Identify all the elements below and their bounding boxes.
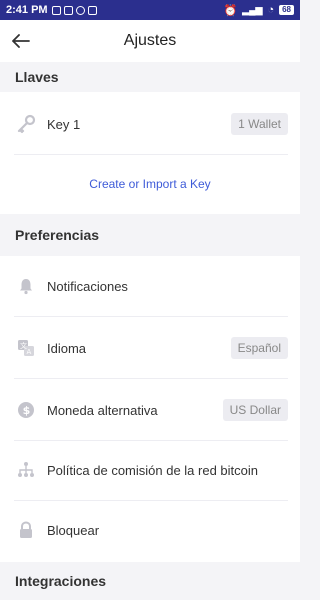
wifi-icon: ◔	[267, 4, 275, 16]
instagram-icon	[87, 5, 97, 15]
notification-icons	[51, 5, 97, 15]
arrow-left-icon	[12, 34, 30, 48]
currency-label: Moneda alternativa	[47, 402, 158, 418]
instagram-icon	[63, 5, 73, 15]
status-time: 2:41 PM	[6, 4, 48, 16]
battery-icon: 68	[279, 5, 294, 15]
fee-policy-label: Política de comisión de la red bitcoin	[47, 462, 259, 478]
preferences-card: Notificaciones 文 A Idioma Español $ Mone…	[0, 256, 300, 562]
status-bar: 2:41 PM ⏰ ▂▄▆ ◔ 68	[0, 0, 300, 20]
notifications-label: Notificaciones	[47, 278, 128, 294]
translate-icon: 文 A	[16, 338, 36, 358]
network-icon	[16, 460, 36, 480]
section-integraciones-title: Integraciones	[0, 562, 300, 600]
lock-label: Bloquear	[47, 522, 100, 538]
bell-icon	[16, 276, 36, 296]
section-llaves-title: Llaves	[0, 62, 300, 92]
instagram-icon	[51, 5, 61, 15]
app-header: Ajustes	[0, 20, 300, 62]
language-value-badge: Español	[230, 337, 288, 359]
language-row[interactable]: 文 A Idioma Español	[0, 318, 300, 378]
dollar-icon: $	[16, 400, 36, 420]
signal-icon: ▂▄▆	[242, 4, 263, 15]
lock-row[interactable]: Bloquear	[0, 500, 300, 560]
key-label: Key 1	[47, 116, 81, 132]
page-title: Ajustes	[123, 32, 177, 49]
keys-card: Key 1 1 Wallet Create or Import a Key	[0, 92, 300, 214]
svg-text:$: $	[23, 404, 31, 417]
wallet-count-badge: 1 Wallet	[231, 113, 288, 135]
svg-text:A: A	[27, 348, 32, 356]
section-preferencias-title: Preferencias	[0, 214, 300, 256]
divider	[14, 316, 288, 317]
divider	[14, 154, 288, 155]
key-icon	[16, 114, 36, 134]
fee-policy-row[interactable]: Política de comisión de la red bitcoin	[0, 440, 300, 500]
create-import-key-link[interactable]: Create or Import a Key	[0, 177, 300, 191]
key-row[interactable]: Key 1 1 Wallet	[0, 94, 300, 154]
notifications-row[interactable]: Notificaciones	[0, 256, 300, 316]
app-icon	[75, 5, 85, 15]
lock-icon	[16, 520, 36, 540]
language-label: Idioma	[47, 340, 87, 356]
back-button[interactable]	[8, 28, 34, 54]
divider	[14, 378, 288, 379]
currency-row[interactable]: $ Moneda alternativa US Dollar	[0, 380, 300, 440]
currency-value-badge: US Dollar	[222, 399, 288, 421]
alarm-icon: ⏰	[223, 4, 238, 17]
